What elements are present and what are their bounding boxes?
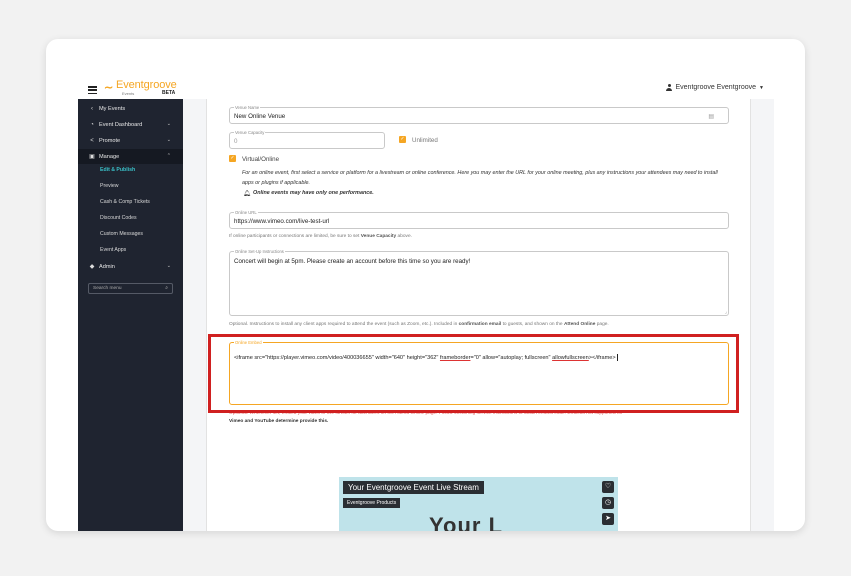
gauge-icon: ◔	[90, 121, 94, 128]
chevron-down-icon: ⌄	[166, 137, 171, 143]
sidebar-sub-preview[interactable]: Preview	[100, 183, 118, 189]
online-url-field[interactable]: Online URL https://www.vimeo.com/live-te…	[229, 210, 729, 229]
send-icon[interactable]: ➤	[602, 513, 614, 525]
clock-icon[interactable]: ◷	[602, 497, 614, 509]
online-embed-textarea[interactable]: Online Embed <iframe src="https://player…	[229, 340, 729, 405]
venue-name-field[interactable]: Venue Name New Online Venue ▤	[229, 105, 729, 124]
preview-title: Your Eventgroove Event Live Stream	[343, 481, 484, 494]
field-label: Venue Name	[234, 105, 261, 110]
sidebar-sub-cash-comp-tickets[interactable]: Cash & Comp Tickets	[100, 199, 150, 205]
optional-instructions-note: Optional. Instructions to install any cl…	[229, 322, 609, 327]
field-label: Online Embed	[234, 340, 263, 345]
embed-code-text: <iframe src="https://player.vimeo.com/vi…	[234, 354, 618, 361]
logo-sub: Events	[122, 91, 135, 96]
resize-handle-icon[interactable]: ⌟	[725, 309, 727, 315]
embed-note-1: Optional. Whenever set, embed your video…	[229, 411, 623, 416]
unlimited-checkbox[interactable]: ✓	[399, 136, 406, 143]
address-card-icon: ▤	[708, 114, 714, 120]
sidebar-item-label: Promote	[99, 137, 121, 144]
sidebar-item-manage[interactable]: ▣ Manage ⌃	[78, 149, 183, 164]
virtual-online-checkbox[interactable]: ✓	[229, 155, 236, 162]
url-note-suffix: above.	[397, 234, 412, 239]
main-content: Venue Name New Online Venue ▤ Venue Capa…	[183, 99, 774, 531]
preview-subtitle: Eventgroove Products	[343, 498, 401, 508]
hamburger-menu-icon[interactable]	[88, 86, 97, 95]
sidebar-back-my-events[interactable]: ‹ My Events	[78, 101, 183, 116]
search-placeholder: Search menu	[93, 286, 122, 291]
sidebar-sub-custom-messages[interactable]: Custom Messages	[100, 231, 143, 237]
preview-big-text: Your L	[429, 513, 504, 531]
url-note-bold: Venue Capacity	[360, 234, 397, 239]
embed-part: ></iframe>	[588, 354, 616, 361]
sidebar-item-label: My Events	[99, 105, 126, 112]
embed-note-3: Vimeo and YouTube determine provide this…	[229, 419, 329, 424]
sidebar-item-label: Event Dashboard	[99, 121, 143, 128]
user-menu[interactable]: Eventgroove Eventgroove ▼	[666, 84, 764, 91]
sidebar-search-input[interactable]: Search menu ⌕	[88, 283, 173, 294]
sidebar-item-label: Admin	[99, 263, 115, 270]
chevron-left-icon: ‹	[91, 105, 93, 112]
sidebar-item-label: Manage	[99, 153, 120, 160]
logo-wave-icon: ∼	[104, 82, 114, 94]
embed-video-preview[interactable]: Your Eventgroove Event Live Stream Event…	[339, 477, 618, 531]
field-value: New Online Venue	[234, 113, 286, 120]
note-text: Optional. Instructions to install any cl…	[229, 322, 458, 327]
embed-misspelled: frameborder	[439, 354, 471, 361]
performance-note: Online events may have only one performa…	[253, 190, 374, 196]
sidebar: ‹ My Events ◔ Event Dashboard ⌄ < Promot…	[78, 99, 183, 531]
search-icon: ⌕	[165, 285, 168, 291]
heart-icon[interactable]: ♡	[602, 481, 614, 493]
note-text: page.	[596, 322, 609, 327]
note-bold: Attend Online	[563, 322, 596, 327]
text-cursor	[616, 354, 618, 361]
field-value: 0	[234, 138, 238, 145]
beta-badge: BETA	[162, 90, 176, 96]
admin-icon: ◆	[89, 264, 95, 270]
embed-misspelled: allowfullscreen	[552, 354, 589, 361]
field-value: Concert will begin at 5pm. Please create…	[234, 258, 471, 265]
user-icon	[666, 84, 673, 91]
chevron-down-icon: ⌄	[166, 121, 171, 127]
venue-capacity-field[interactable]: Venue Capacity 0	[229, 130, 385, 149]
sidebar-item-promote[interactable]: < Promote ⌄	[78, 133, 183, 148]
sidebar-sub-edit-publish[interactable]: Edit & Publish	[100, 167, 135, 173]
field-value: https://www.vimeo.com/live-test-url	[234, 218, 330, 225]
note-bold: confirmation email	[458, 322, 502, 327]
url-note-prefix: If online participants or connections ar…	[229, 234, 360, 239]
sidebar-sub-event-apps[interactable]: Event Apps	[100, 247, 126, 253]
field-label: Online Set-Up Instructions	[234, 249, 285, 254]
share-icon: <	[90, 137, 94, 144]
virtual-info-text: For an online event, first select a serv…	[242, 170, 718, 186]
embed-part: ="0" allow="autoplay; fullscreen"	[470, 354, 551, 361]
screenshot-card: ∼ Eventgroove Events BETA Eventgroove Ev…	[46, 39, 805, 531]
user-name: Eventgroove Eventgroove	[675, 84, 757, 91]
sidebar-sub-discount-codes[interactable]: Discount Codes	[100, 215, 137, 221]
field-label: Online URL	[234, 210, 258, 215]
embed-note-2: Vimeo and YouTube determine provide this…	[229, 419, 328, 424]
caret-down-icon: ▼	[759, 84, 764, 91]
chevron-down-icon: ⌄	[166, 263, 171, 269]
sidebar-item-event-dashboard[interactable]: ◔ Event Dashboard ⌄	[78, 117, 183, 132]
chevron-up-icon: ⌃	[166, 153, 171, 159]
online-instructions-textarea[interactable]: Online Set-Up Instructions Concert will …	[229, 249, 729, 316]
unlimited-label: Unlimited	[412, 137, 438, 144]
embed-part: <iframe src="https://player.vimeo.com/vi…	[234, 354, 439, 361]
venue-form-panel: Venue Name New Online Venue ▤ Venue Capa…	[206, 99, 751, 531]
note-text: to guests, and shown on the	[502, 322, 563, 327]
url-note: If online participants or connections ar…	[229, 234, 412, 239]
bell-icon: 🔔︎	[243, 191, 251, 197]
field-label: Venue Capacity	[234, 130, 266, 135]
manage-icon: ▣	[89, 154, 95, 160]
virtual-online-label: Virtual/Online	[242, 156, 280, 163]
sidebar-item-admin[interactable]: ◆ Admin ⌄	[78, 259, 183, 274]
